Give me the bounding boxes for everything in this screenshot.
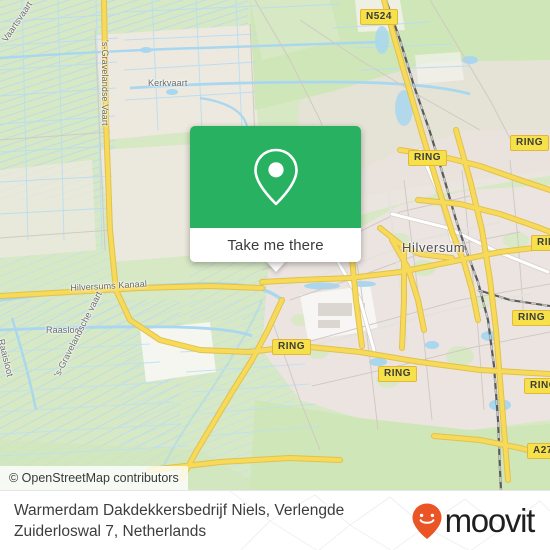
place-name: Warmerdam Dakdekkersbedrijf Niels, Verle… [14, 501, 345, 540]
road-shield-ring-3: RING [531, 235, 550, 251]
moovit-wordmark: moovit [444, 501, 536, 539]
road-shield-ring-6: RING [512, 310, 550, 326]
take-me-there-card[interactable]: Take me there [190, 126, 361, 262]
map-pin-icon [253, 148, 298, 206]
road-shield-ring-4: RING [272, 339, 311, 355]
footer-bar: Warmerdam Dakdekkersbedrijf Niels, Verle… [0, 490, 550, 550]
osm-attribution[interactable]: © OpenStreetMap contributors [0, 466, 188, 490]
road-shield-ring-7: RING [524, 378, 550, 394]
take-me-there-label: Take me there [227, 236, 324, 254]
map-label-gravelandse-vaart-north: 's-Gravelandse Vaart [100, 40, 110, 126]
moovit-map-card: Kerkvaart Hilversums Kanaal Raasloot Raa… [0, 0, 550, 550]
map-label-kerkvaart: Kerkvaart [148, 78, 188, 88]
card-pin-area [190, 126, 361, 228]
map-label-hilversum: Hilversum [402, 240, 466, 255]
road-shield-ring-2: RING [510, 135, 549, 151]
road-shield-ring-1: RING [408, 150, 447, 166]
moovit-logo[interactable]: moovit [411, 501, 536, 540]
road-shield-a27: A27 [527, 443, 550, 459]
moovit-pin-icon [412, 503, 442, 539]
osm-attribution-text: © OpenStreetMap contributors [9, 471, 179, 485]
road-shield-ring-5: RING [378, 366, 417, 382]
card-action-area[interactable]: Take me there [190, 228, 361, 262]
road-shield-n524: N524 [360, 9, 398, 25]
